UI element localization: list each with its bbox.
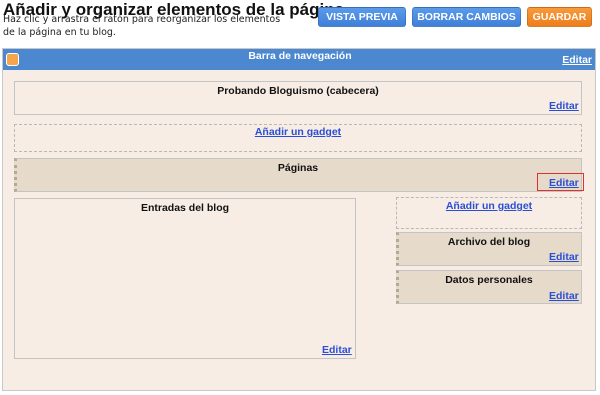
clear-changes-button[interactable]: BORRAR CAMBIOS: [412, 7, 521, 27]
profile-edit-link[interactable]: Editar: [549, 290, 579, 303]
add-gadget-link-sidebar[interactable]: Añadir un gadget: [396, 200, 582, 213]
preview-button[interactable]: VISTA PREVIA: [318, 7, 406, 27]
navbar-edit-link[interactable]: Editar: [562, 54, 592, 67]
blog-posts-title: Entradas del blog: [140, 202, 230, 214]
profile-title: Datos personales: [445, 274, 533, 286]
navbar-title: Barra de navegación: [248, 50, 352, 62]
blog-posts-gadget: [14, 198, 356, 359]
header-gadget-edit-link[interactable]: Editar: [549, 100, 579, 113]
blog-archive-title: Archivo del blog: [447, 236, 531, 248]
add-gadget-link-top[interactable]: Añadir un gadget: [14, 126, 582, 139]
save-button[interactable]: GUARDAR: [527, 7, 592, 27]
blog-archive-edit-link[interactable]: Editar: [549, 251, 579, 264]
page-description: Haz clic y arrastra el ratón para reorga…: [3, 14, 281, 38]
pages-gadget-title: Páginas: [277, 162, 319, 174]
pages-gadget-edit-link[interactable]: Editar: [549, 177, 579, 190]
header-gadget-title: Probando Bloguismo (cabecera): [217, 85, 379, 97]
blogger-icon: [6, 53, 19, 66]
blog-posts-edit-link[interactable]: Editar: [322, 344, 352, 357]
